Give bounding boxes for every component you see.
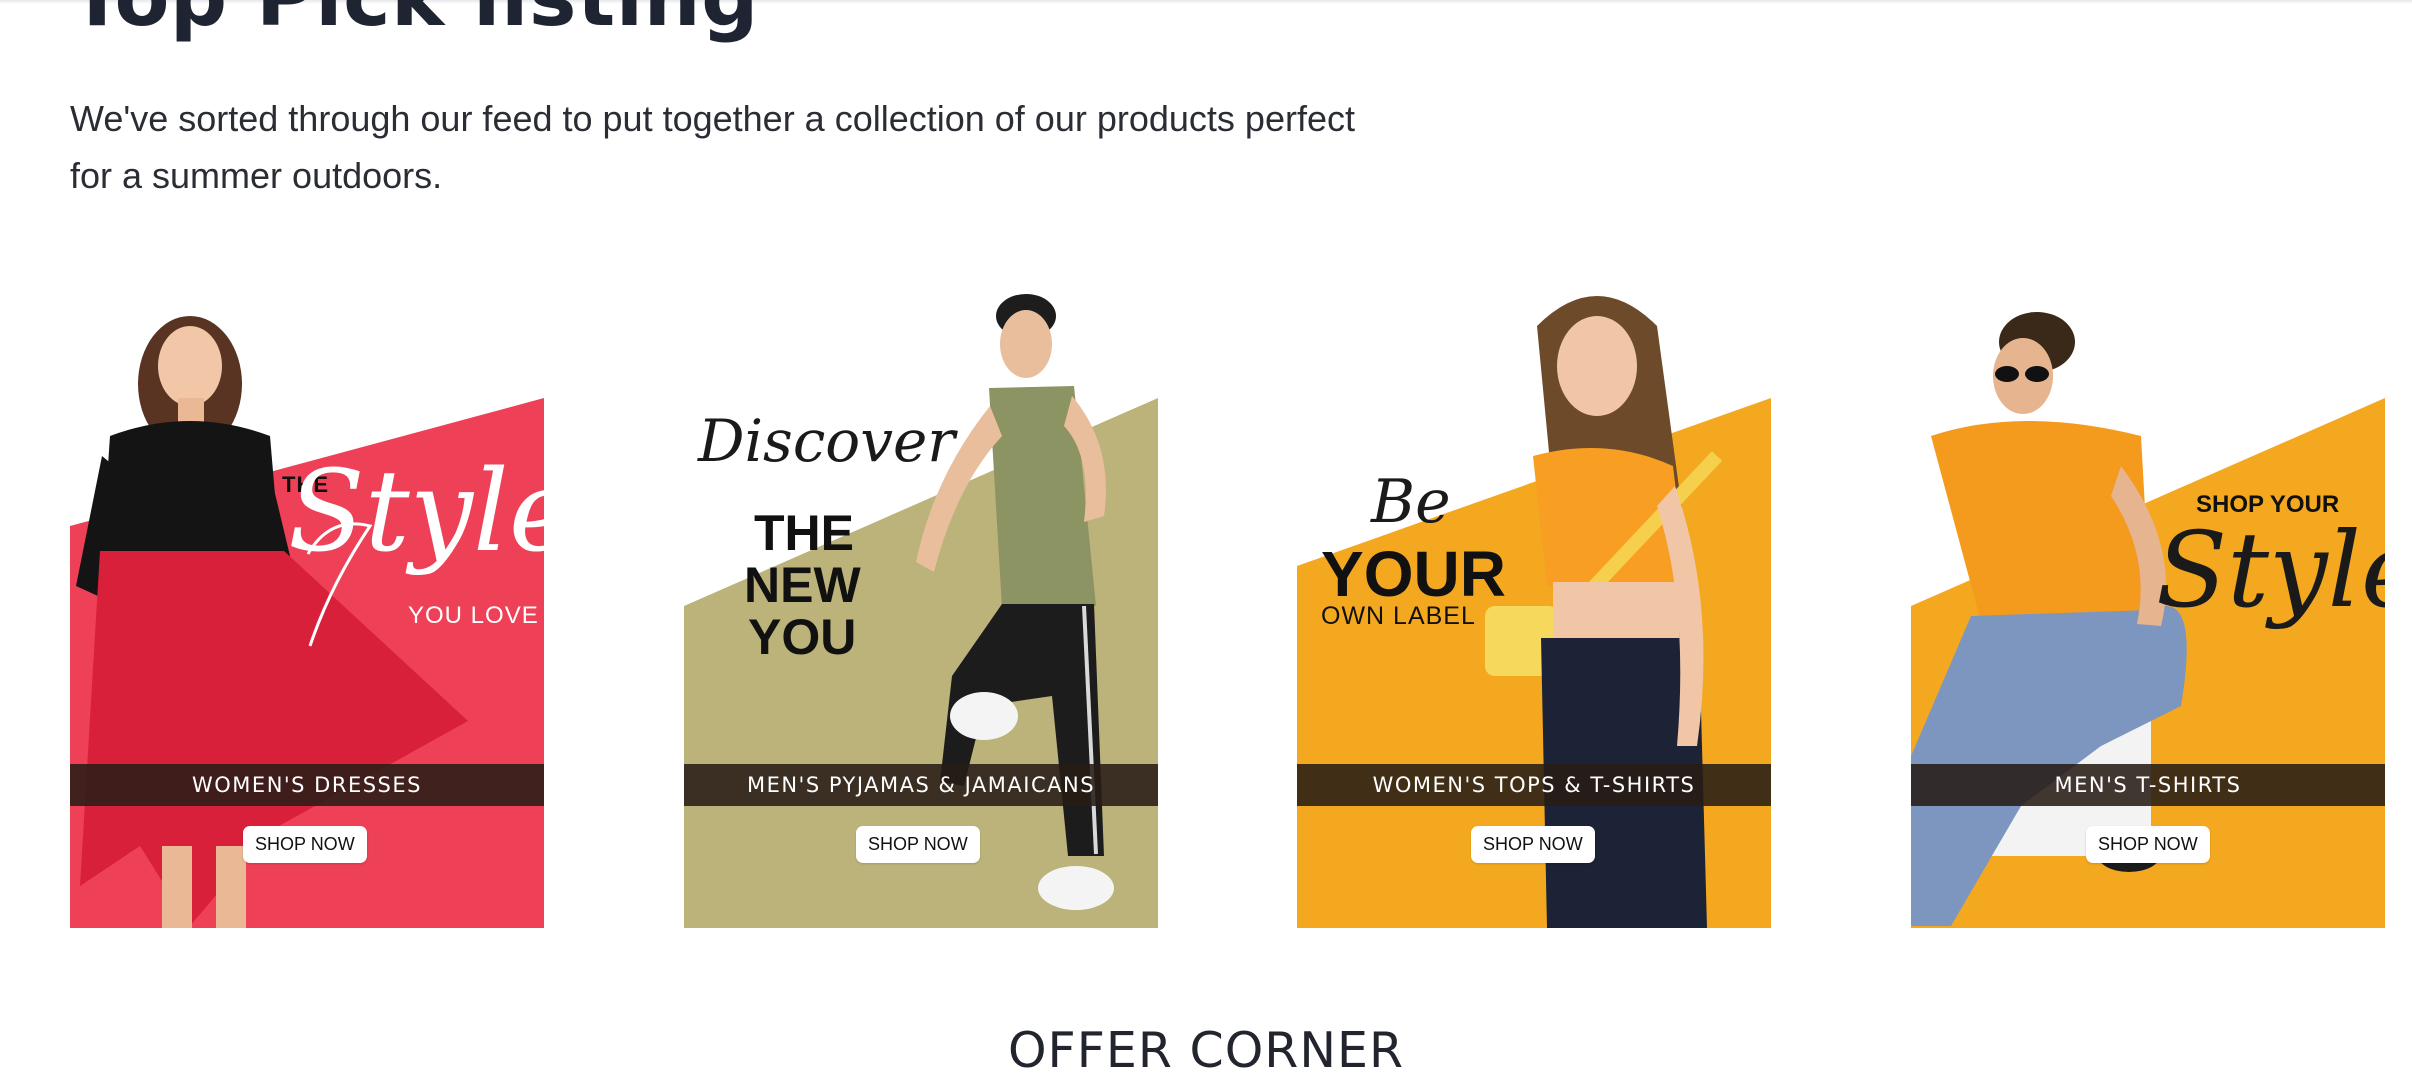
category-label: WOMEN'S DRESSES [70, 764, 544, 806]
promo-card-womens-dresses[interactable]: THE Style YOU LOVE WOMEN'S DRESSES SHOP … [70, 286, 544, 928]
headline-script: Style [2156, 509, 2385, 631]
offer-corner-heading: OFFER CORNER [1007, 1022, 1404, 1079]
headline-post: YOU LOVE [408, 602, 539, 629]
shop-now-button[interactable]: SHOP NOW [243, 826, 367, 863]
category-label: MEN'S PYJAMAS & JAMAICANS [684, 764, 1158, 806]
headline-line-3: YOU [748, 609, 857, 665]
shop-now-button[interactable]: SHOP NOW [2086, 826, 2210, 863]
headline-script: Style [288, 447, 544, 577]
headline-small: OWN LABEL [1321, 602, 1476, 630]
shop-now-button[interactable]: SHOP NOW [1471, 826, 1595, 863]
headline-line-1: THE [754, 505, 854, 561]
shop-now-button[interactable]: SHOP NOW [856, 826, 980, 863]
page-description: We've sorted through our feed to put tog… [70, 98, 1355, 196]
page-title: Top Pick listing [70, 0, 759, 38]
category-label: MEN'S T-SHIRTS [1911, 764, 2385, 806]
category-label: WOMEN'S TOPS & T-SHIRTS [1297, 764, 1771, 806]
promo-card-womens-tops[interactable]: Be YOUR OWN LABEL WOMEN'S TOPS & T-SHIRT… [1297, 286, 1771, 928]
headline-script: Be [1371, 467, 1451, 537]
headline-line-2: NEW [744, 557, 861, 613]
promo-card-mens-tshirts[interactable]: SHOP YOUR Style MEN'S T-SHIRTS SHOP NOW [1911, 286, 2385, 928]
headline-bold: YOUR [1321, 538, 1506, 610]
promo-card-mens-pyjamas[interactable]: Discover THE NEW YOU MEN'S PYJAMAS & JAM… [684, 286, 1158, 928]
headline-script: Discover [698, 407, 956, 475]
